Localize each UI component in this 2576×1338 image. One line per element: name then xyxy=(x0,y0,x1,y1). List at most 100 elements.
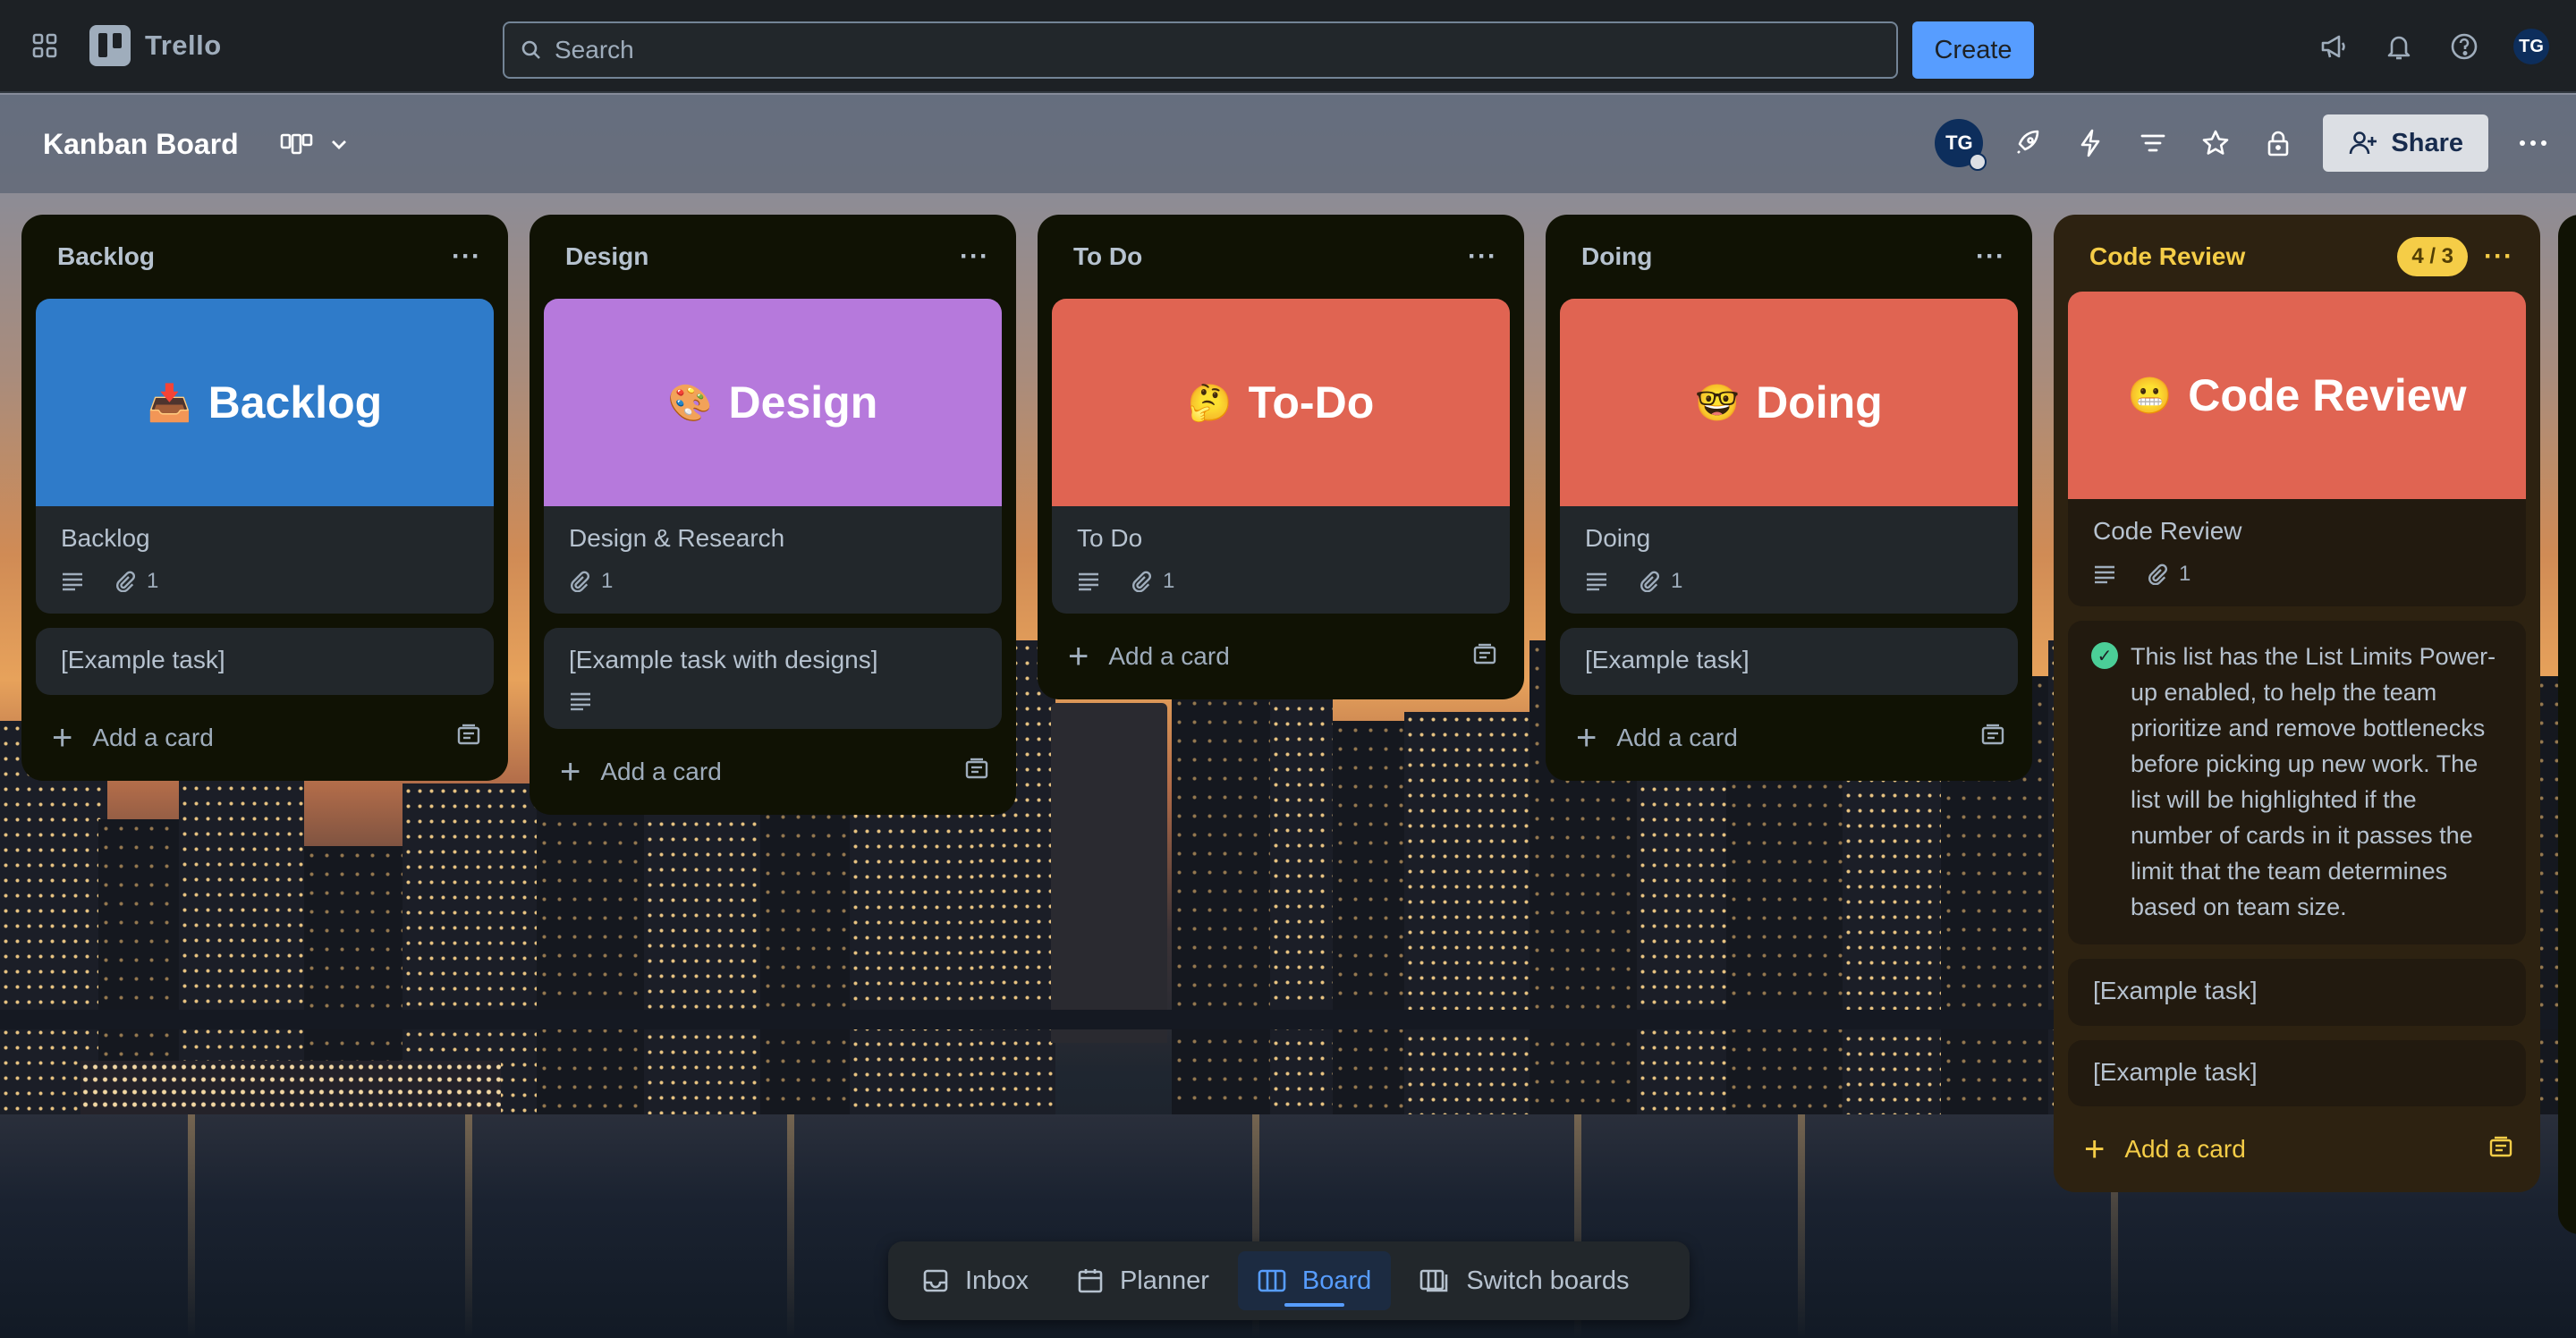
add-card-button[interactable]: + Add a card xyxy=(1560,709,2018,766)
list-title: To Do xyxy=(1073,242,1143,270)
switcher-label: Switch boards xyxy=(1466,1266,1630,1295)
more-icon[interactable] xyxy=(2515,125,2551,161)
card-template-icon[interactable] xyxy=(964,758,989,785)
card-cover: 🤔 To-Do xyxy=(1052,299,1510,506)
switcher-board[interactable]: Board xyxy=(1237,1251,1392,1310)
description-icon xyxy=(1077,572,1100,591)
list-title: Code Review xyxy=(2089,242,2246,270)
filter-icon[interactable] xyxy=(2135,125,2171,161)
card-example-task[interactable]: [Example task] xyxy=(36,628,494,695)
share-button[interactable]: Share xyxy=(2323,114,2488,172)
switcher-label: Board xyxy=(1301,1266,1372,1295)
card-code-review[interactable]: 😬 Code Review Code Review 1 xyxy=(2068,292,2526,607)
list-header[interactable]: Doing ··· xyxy=(1560,215,2018,299)
list-menu-icon[interactable]: ··· xyxy=(960,243,989,270)
help-icon[interactable] xyxy=(2446,29,2482,64)
switcher-switch-boards[interactable]: Switch boards xyxy=(1400,1251,1648,1310)
card-cover: 📥 Backlog xyxy=(36,299,494,506)
list-header[interactable]: Backlog ··· xyxy=(36,215,494,299)
card-cover-text: Backlog xyxy=(208,377,383,428)
admin-badge-icon xyxy=(1969,153,1987,171)
card-title: Code Review xyxy=(2093,517,2242,545)
card-to-do[interactable]: 🤔 To-Do To Do 1 xyxy=(1052,299,1510,614)
list-header[interactable]: Code Review 4 / 3 ··· xyxy=(2068,215,2526,299)
board-member-avatar[interactable]: TG xyxy=(1935,119,1987,171)
card-title: To Do xyxy=(1077,524,1143,552)
attachment-count: 1 xyxy=(1163,569,1175,594)
switcher-label: Planner xyxy=(1119,1266,1209,1295)
add-person-icon xyxy=(2350,131,2377,155)
list-menu-icon[interactable]: ··· xyxy=(2484,243,2513,270)
card-cover: 🤓 Doing xyxy=(1560,299,2018,506)
add-card-label: Add a card xyxy=(600,757,722,785)
avatar[interactable]: TG xyxy=(2512,27,2551,66)
list-header[interactable]: Design ··· xyxy=(544,215,1002,299)
switcher-inbox[interactable]: Inbox xyxy=(902,1251,1048,1310)
grid-icon[interactable] xyxy=(27,28,63,64)
list-title: Backlog xyxy=(57,242,155,270)
board-title[interactable]: Kanban Board xyxy=(43,128,239,161)
add-card-button[interactable]: + Add a card xyxy=(1052,628,1510,685)
list-header[interactable]: To Do ··· xyxy=(1052,215,1510,299)
card-example-task[interactable]: [Example task] xyxy=(2068,1039,2526,1107)
rocket-icon[interactable] xyxy=(2010,125,2046,161)
search-input[interactable]: Search xyxy=(503,21,1898,79)
switcher-planner[interactable]: Planner xyxy=(1057,1251,1229,1310)
star-icon[interactable] xyxy=(2198,125,2233,161)
card-template-icon[interactable] xyxy=(2488,1136,2513,1164)
list-to-do: To Do ··· 🤔 To-Do To Do 1 + Add a card xyxy=(1038,215,1524,700)
paperclip-icon xyxy=(1132,571,1152,593)
nerd-face-icon: 🤓 xyxy=(1695,383,1741,423)
list-title: Doing xyxy=(1581,242,1653,270)
calendar-icon xyxy=(1078,1269,1103,1293)
board-view-switcher[interactable] xyxy=(280,131,350,157)
card-example-task[interactable]: [Example task] xyxy=(1560,628,2018,695)
bell-icon[interactable] xyxy=(2381,29,2417,64)
list-backlog: Backlog ··· 📥 Backlog Backlog 1 [Example… xyxy=(21,215,508,781)
add-card-label: Add a card xyxy=(92,723,214,751)
card-example-task[interactable]: [Example task] xyxy=(2068,959,2526,1026)
grimacing-face-icon: 😬 xyxy=(2127,376,2173,416)
bottom-switcher: Inbox Planner Board Switch boards xyxy=(888,1241,1690,1320)
table-view-icon xyxy=(280,133,312,155)
inbox-icon xyxy=(923,1269,948,1292)
card-template-icon[interactable] xyxy=(1472,643,1497,671)
card-list-limits-note[interactable]: ✓ This list has the List Limits Power-up… xyxy=(2068,621,2526,945)
list-partial[interactable] xyxy=(2558,215,2576,1234)
trello-logo[interactable]: Trello xyxy=(89,25,222,66)
inbox-tray-icon: 📥 xyxy=(147,383,192,423)
card-design-research[interactable]: 🎨 Design Design & Research 1 xyxy=(544,299,1002,614)
create-button[interactable]: Create xyxy=(1912,21,2034,79)
add-card-button[interactable]: + Add a card xyxy=(544,743,1002,800)
card-backlog[interactable]: 📥 Backlog Backlog 1 xyxy=(36,299,494,614)
add-card-button[interactable]: + Add a card xyxy=(36,709,494,766)
list-menu-icon[interactable]: ··· xyxy=(452,243,481,270)
share-label: Share xyxy=(2391,128,2463,157)
paperclip-icon xyxy=(571,571,590,593)
card-cover-text: Design xyxy=(728,377,878,428)
card-doing[interactable]: 🤓 Doing Doing 1 xyxy=(1560,299,2018,614)
description-icon xyxy=(61,572,84,591)
list-design: Design ··· 🎨 Design Design & Research 1 … xyxy=(530,215,1016,815)
description-icon xyxy=(569,691,592,711)
lock-icon[interactable] xyxy=(2260,125,2296,161)
card-template-icon[interactable] xyxy=(1980,724,2005,751)
card-cover: 🎨 Design xyxy=(544,299,1002,506)
switcher-label: Inbox xyxy=(965,1266,1029,1295)
megaphone-icon[interactable] xyxy=(2316,29,2351,64)
chevron-down-icon xyxy=(331,140,346,149)
search-icon xyxy=(521,40,540,59)
add-card-button[interactable]: + Add a card xyxy=(2068,1121,2526,1178)
board-icon xyxy=(1258,1269,1286,1292)
card-example-task-designs[interactable]: [Example task with designs] xyxy=(544,628,1002,729)
top-navigation: Trello Search Create TG xyxy=(0,0,2576,93)
paperclip-icon xyxy=(1640,571,1660,593)
list-menu-icon[interactable]: ··· xyxy=(1468,243,1497,270)
list-menu-icon[interactable]: ··· xyxy=(1976,243,2005,270)
add-card-label: Add a card xyxy=(1108,642,1230,671)
attachment-count: 1 xyxy=(2179,562,2191,587)
attachment-badge: 1 xyxy=(569,569,613,594)
card-template-icon[interactable] xyxy=(456,724,481,751)
card-title: Design & Research xyxy=(569,524,785,552)
lightning-icon[interactable] xyxy=(2072,125,2108,161)
